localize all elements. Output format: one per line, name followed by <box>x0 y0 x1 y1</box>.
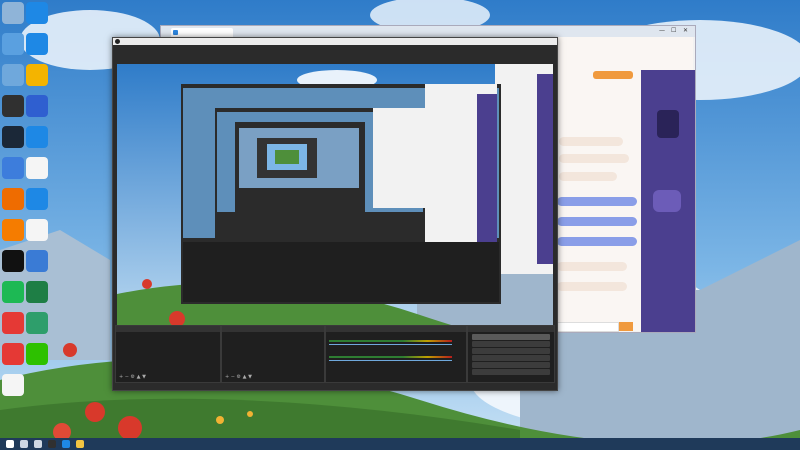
source-toolbar[interactable]: + − ⚙ ▲ ▼ <box>225 374 252 380</box>
tab-favicon-icon <box>173 30 178 35</box>
obs-window[interactable]: + − ⚙ ▲ ▼ + − ⚙ ▲ ▼ <box>112 37 558 391</box>
document-icon[interactable] <box>26 157 48 179</box>
obs-status-bar <box>113 383 557 390</box>
obs-docks: + − ⚙ ▲ ▼ + − ⚙ ▲ ▼ <box>113 325 557 383</box>
recycle-bin-icon[interactable] <box>2 2 24 24</box>
controls-header <box>468 326 554 332</box>
volume-meter <box>329 340 452 342</box>
computer-icon[interactable] <box>2 33 24 55</box>
start-recording-button[interactable] <box>472 341 550 347</box>
preview-capture <box>117 64 553 338</box>
edge-icon[interactable] <box>26 188 48 210</box>
edge-icon[interactable] <box>26 2 48 24</box>
sources-header <box>222 326 324 332</box>
taskview-icon[interactable] <box>34 440 42 448</box>
maximize-button[interactable]: ☐ <box>671 27 676 34</box>
send-button[interactable] <box>619 322 633 331</box>
qq-icon[interactable] <box>2 250 24 272</box>
control-panel-icon[interactable] <box>2 64 24 86</box>
audio-mixer-dock <box>325 325 467 383</box>
obs-menu-bar <box>113 45 557 51</box>
edge-icon[interactable] <box>26 33 48 55</box>
obs-icon[interactable] <box>2 95 24 117</box>
chat-message <box>557 282 627 291</box>
gear-app-icon[interactable] <box>26 250 48 272</box>
obs-icon[interactable] <box>48 440 56 448</box>
fox-app-icon[interactable] <box>2 188 24 210</box>
chat-banner <box>557 217 637 226</box>
start-icon[interactable] <box>6 440 14 448</box>
chat-message <box>559 137 623 146</box>
edge-icon[interactable] <box>62 440 70 448</box>
sources-dock: + − ⚙ ▲ ▼ <box>221 325 325 383</box>
chat-banner <box>557 237 637 246</box>
wechat-icon[interactable] <box>26 343 48 365</box>
chat-message <box>557 262 627 271</box>
close-button[interactable]: ✕ <box>683 27 688 34</box>
browser-tab-bar: — ☐ ✕ <box>161 26 695 37</box>
minimize-button[interactable]: — <box>659 27 665 34</box>
gift-panel[interactable] <box>653 190 681 212</box>
volume-meter <box>329 356 452 358</box>
volume-slider[interactable] <box>329 360 452 361</box>
edge-icon[interactable] <box>26 126 48 148</box>
folder-icon[interactable] <box>76 440 84 448</box>
obs-icon <box>115 39 120 44</box>
netease-music-icon[interactable] <box>2 343 24 365</box>
chat-message <box>559 154 629 163</box>
chat-side-panel <box>641 70 695 332</box>
green-app-icon[interactable] <box>2 281 24 303</box>
virtual-camera-button[interactable] <box>472 348 550 354</box>
obs-title-bar <box>113 38 557 45</box>
paw-app-icon[interactable] <box>26 95 48 117</box>
mixer-header <box>326 326 466 332</box>
app-tile-icon[interactable] <box>2 157 24 179</box>
scene-toolbar[interactable]: + − ⚙ ▲ ▼ <box>119 374 146 380</box>
volume-slider[interactable] <box>329 344 452 345</box>
browser-tab[interactable] <box>171 28 233 37</box>
document-icon[interactable] <box>26 219 48 241</box>
steam-icon[interactable] <box>2 126 24 148</box>
scenes-dock: + − ⚙ ▲ ▼ <box>115 325 221 383</box>
taskbar <box>0 438 800 450</box>
chat-input[interactable] <box>557 322 619 332</box>
owl-app-icon[interactable] <box>26 64 48 86</box>
green-tool-icon[interactable] <box>26 312 48 334</box>
scenes-header <box>116 326 220 332</box>
settings-button[interactable] <box>472 362 550 368</box>
exit-button[interactable] <box>472 369 550 375</box>
orange-app-icon[interactable] <box>2 219 24 241</box>
chat-message <box>559 172 617 181</box>
gift-button[interactable] <box>593 71 633 79</box>
obs-preview[interactable] <box>117 64 553 338</box>
chat-banner <box>557 197 637 206</box>
search-icon[interactable] <box>20 440 28 448</box>
studio-mode-button[interactable] <box>472 355 550 361</box>
netease-music-icon[interactable] <box>2 312 24 334</box>
document-icon[interactable] <box>2 374 24 396</box>
controls-dock <box>467 325 555 383</box>
timer-badge <box>657 110 679 138</box>
excel-icon[interactable] <box>26 281 48 303</box>
start-streaming-button[interactable] <box>472 334 550 340</box>
